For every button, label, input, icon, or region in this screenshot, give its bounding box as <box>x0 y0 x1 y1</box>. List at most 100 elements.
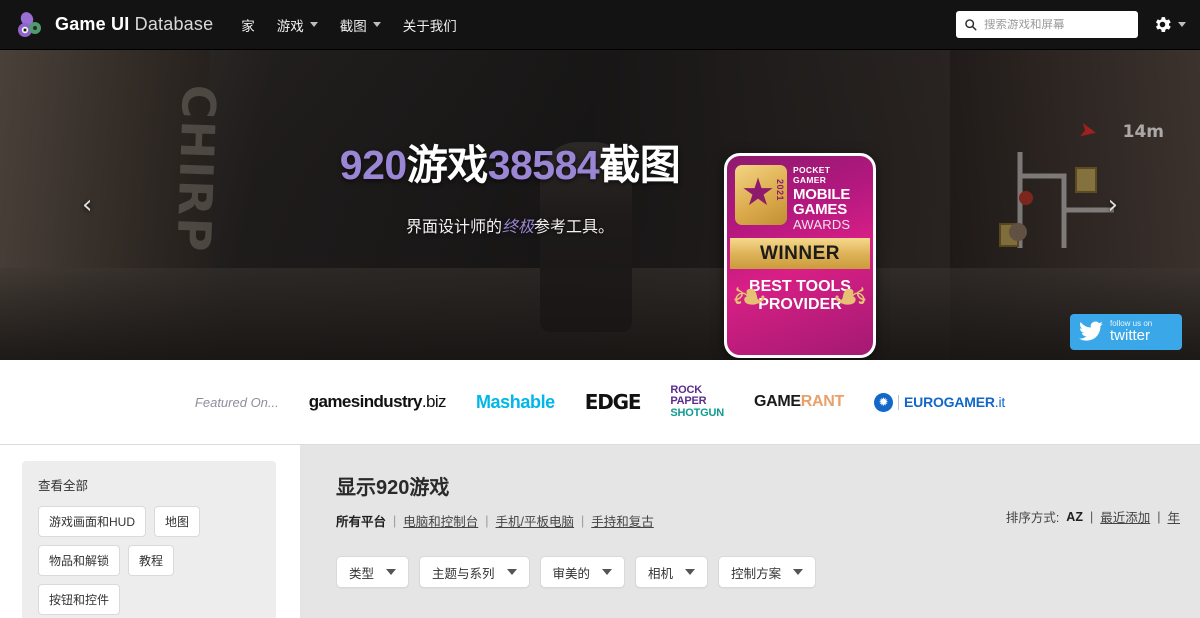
chevron-down-icon <box>372 22 381 27</box>
filter-dropdown-control-scheme[interactable]: 控制方案 <box>718 556 817 588</box>
gamerant-suffix: RANT <box>800 393 845 410</box>
rps-line3: SHOTGUN <box>670 406 724 419</box>
twitter-follow-button[interactable]: follow us on twitter <box>1070 314 1182 350</box>
filter-dropdown-row: 类型 主题与系列 审美的 相机 控制方案 <box>336 556 1180 588</box>
sort-option-az[interactable]: AZ <box>1066 510 1083 524</box>
search-icon <box>965 19 977 31</box>
page-body: 查看全部 游戏画面和HUD 地图 物品和解锁 教程 按钮和控件 显示920游戏 … <box>0 445 1200 618</box>
search-box[interactable] <box>956 11 1138 38</box>
hero-screens-count: 38584 <box>487 142 600 188</box>
divider: | <box>1089 509 1094 524</box>
filter-dropdown-theme-series[interactable]: 主题与系列 <box>419 556 530 588</box>
hero-subtitle: 界面设计师的终极参考工具。 <box>406 213 614 237</box>
chevron-down-icon <box>309 22 318 27</box>
nav-label-games: 游戏 <box>276 18 304 34</box>
sort-option-year[interactable]: 年 <box>1167 507 1180 526</box>
filter-dropdown-aesthetic[interactable]: 审美的 <box>539 556 626 588</box>
platform-filter-handheld-retro[interactable]: 手持和复古 <box>591 511 654 530</box>
sidebar-tag-maps[interactable]: 地图 <box>154 506 201 537</box>
gamesindustry-suffix: .biz <box>421 392 447 411</box>
filter-dropdown-genre[interactable]: 类型 <box>336 556 410 588</box>
platform-filter-pc-console[interactable]: 电脑和控制台 <box>403 511 478 530</box>
carousel-next-button[interactable]: › <box>1108 190 1118 220</box>
sidebar-tag-tutorials[interactable]: 教程 <box>128 545 175 576</box>
award-line1: MOBILE <box>793 186 851 203</box>
carousel-prev-button[interactable]: ‹ <box>82 190 92 220</box>
chevron-down-icon <box>602 569 613 575</box>
sidebar: 查看全部 游戏画面和HUD 地图 物品和解锁 教程 按钮和控件 <box>0 445 300 618</box>
hero-subtitle-after: 参考工具。 <box>534 219 615 236</box>
hero-games-word: 游戏 <box>406 142 489 188</box>
gear-icon <box>1155 17 1171 32</box>
featured-on-label: Featured On... <box>194 394 279 410</box>
nav-item-screenshots[interactable]: 截图 <box>340 15 381 35</box>
platform-filter-mobile-tablet[interactable]: 手机/平板电脑 <box>496 511 574 530</box>
chevron-down-icon <box>685 569 696 575</box>
laurel-left-icon: ❧ <box>731 272 768 324</box>
press-logo-eurogamer[interactable]: ✹ EUROGAMER.it <box>874 392 1005 412</box>
settings-menu[interactable] <box>1152 14 1186 35</box>
star-icon: ★ 2021 <box>735 165 787 225</box>
chevron-down-icon <box>506 569 517 575</box>
sidebar-tag-items-unlocks[interactable]: 物品和解锁 <box>38 545 121 576</box>
sidebar-tag-buttons-controls[interactable]: 按钮和控件 <box>38 584 121 615</box>
divider: | <box>393 513 397 528</box>
twitter-big-label: twitter <box>1110 326 1151 344</box>
sort-row: 排序方式: AZ | 最近添加 | 年 <box>1006 507 1180 526</box>
chevron-down-icon <box>793 569 804 575</box>
sidebar-view-all-card: 查看全部 游戏画面和HUD 地图 物品和解锁 教程 按钮和控件 <box>22 461 276 618</box>
hero-carousel: CHIRP ➤ 14m 920游戏38584截图 界面设计师的终极参考工具。 ‹… <box>0 50 1200 360</box>
eurogamer-suffix: .it <box>994 394 1006 410</box>
press-logo-rockpapershotgun[interactable]: ROCK PAPER SHOTGUN <box>670 384 724 419</box>
sidebar-title: 查看全部 <box>38 479 89 493</box>
press-logo-gamerant[interactable]: GAMERANT <box>754 393 844 411</box>
main-nav: 家 游戏 截图 关于我们 <box>241 15 457 35</box>
chevron-down-icon <box>386 569 397 575</box>
award-badge: ★ 2021 POCKET GAMER MOBILE GAMES AWARDS … <box>724 153 876 358</box>
laurel-right-icon: ❧ <box>832 272 869 324</box>
brand-light: Database <box>134 14 214 34</box>
sort-label: 排序方式: <box>1005 511 1060 525</box>
award-winner-band: WINNER <box>730 238 870 270</box>
nav-label-about: 关于我们 <box>402 18 457 34</box>
nav-item-home[interactable]: 家 <box>241 15 255 35</box>
divider <box>898 394 900 410</box>
platform-filter-row: 所有平台 | 电脑和控制台 | 手机/平板电脑 | 手持和复古 <box>336 511 654 530</box>
gamesindustry-main: gamesindustry <box>308 392 423 411</box>
filter-label-theme-series: 主题与系列 <box>432 566 495 581</box>
nav-label-screenshots: 截图 <box>339 18 367 34</box>
brand-logo[interactable]: Game UI Database <box>16 10 213 40</box>
rps-line2: PAPER <box>670 395 707 408</box>
hero-screens-word: 截图 <box>599 142 681 188</box>
globe-icon: ✹ <box>874 392 894 412</box>
divider: | <box>581 513 585 528</box>
chevron-down-icon <box>1178 22 1186 27</box>
award-line3: AWARDS <box>793 216 851 232</box>
page-title: 显示920游戏 <box>336 477 450 499</box>
search-input[interactable] <box>984 18 1130 31</box>
sidebar-tag-gameplay-hud[interactable]: 游戏画面和HUD <box>38 506 146 537</box>
award-line2: GAMES <box>793 201 848 219</box>
award-year: 2021 <box>775 179 785 202</box>
platform-filter-all[interactable]: 所有平台 <box>336 511 386 530</box>
filter-label-control-scheme: 控制方案 <box>731 566 782 581</box>
filter-label-aesthetic: 审美的 <box>552 566 591 581</box>
main-title-block: 显示920游戏 所有平台 | 电脑和控制台 | 手机/平板电脑 | 手持和复古 <box>336 471 654 530</box>
gamepad-logo-icon <box>18 11 41 37</box>
gamerant-main: GAME <box>753 393 801 410</box>
filter-dropdown-camera[interactable]: 相机 <box>635 556 709 588</box>
nav-item-about[interactable]: 关于我们 <box>403 15 457 35</box>
press-logo-gamesindustry[interactable]: gamesindustry.biz <box>308 392 447 412</box>
eurogamer-text: EUROGAMER.it <box>904 394 1005 410</box>
eurogamer-main: EUROGAMER <box>904 394 995 410</box>
header-right <box>956 11 1186 38</box>
sort-option-recently-added[interactable]: 最近添加 <box>1100 507 1150 526</box>
award-winner-label: WINNER <box>759 242 841 264</box>
hero-content: 920游戏38584截图 界面设计师的终极参考工具。 <box>0 50 1200 360</box>
press-logo-mashable[interactable]: Mashable <box>476 392 555 413</box>
press-logo-edge[interactable]: EDGE <box>585 390 642 414</box>
hero-headline: 920游戏38584截图 <box>340 131 681 191</box>
site-header: Game UI Database 家 游戏 截图 关于我们 <box>0 0 1200 50</box>
brand-text: Game UI Database <box>55 14 213 35</box>
nav-item-games[interactable]: 游戏 <box>277 15 318 35</box>
